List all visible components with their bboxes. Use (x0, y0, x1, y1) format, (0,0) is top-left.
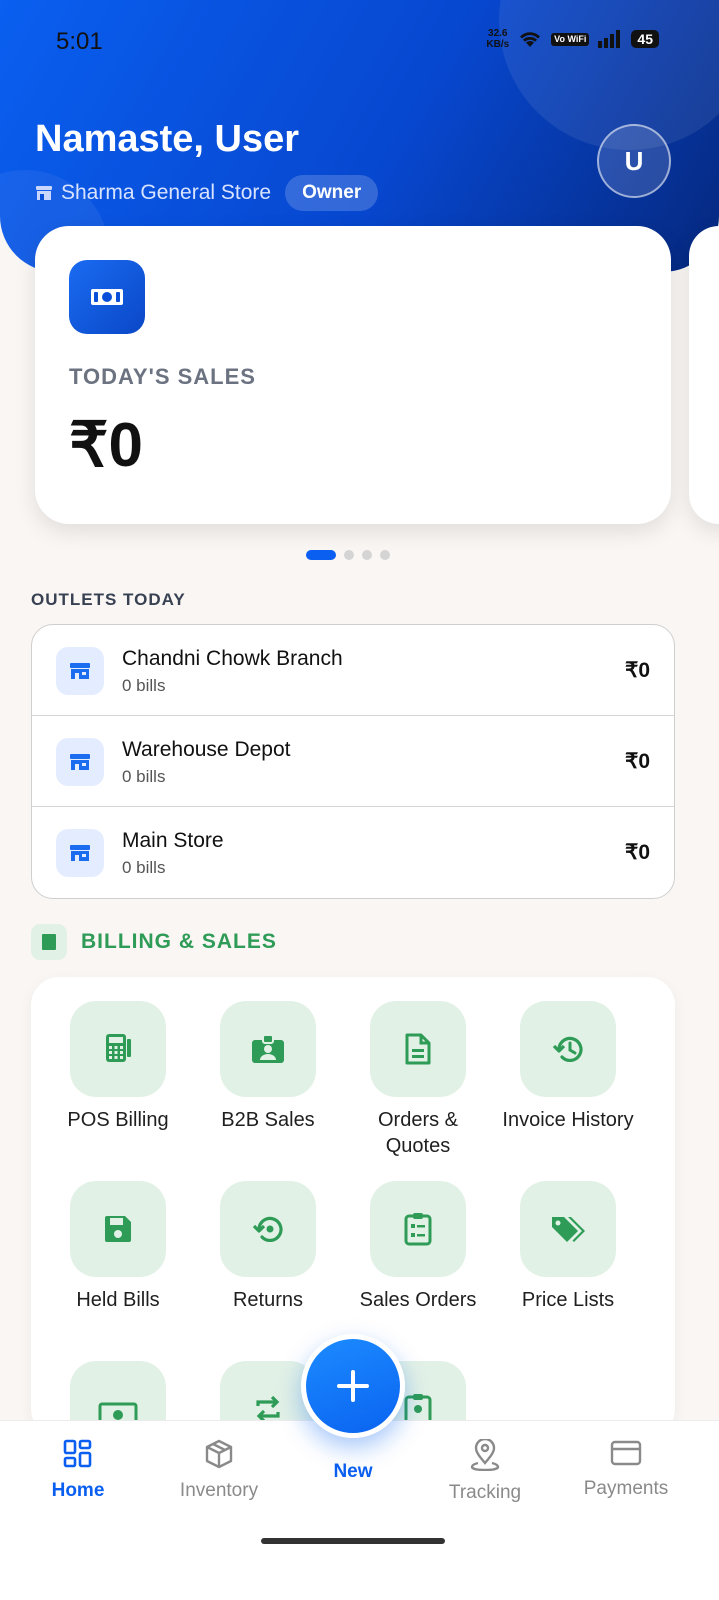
grid-item-pos-billing[interactable]: POS Billing (43, 1001, 193, 1133)
box-icon (205, 1439, 233, 1469)
outlet-name: Chandni Chowk Branch (122, 647, 343, 670)
next-stat-card[interactable] (689, 226, 719, 524)
receipt-icon (31, 924, 67, 960)
outlets-list: Chandni Chowk Branch 0 bills ₹0 Warehous… (31, 624, 675, 899)
vowifi-badge: Vo WiFi (551, 32, 590, 46)
status-icons: 32.6 KB/s Vo WiFi 45 (486, 28, 659, 50)
pagination-dot[interactable] (362, 550, 372, 560)
outlets-section-title: OUTLETS TODAY (31, 590, 186, 609)
return-icon (220, 1181, 316, 1277)
nav-payments[interactable]: Payments (566, 1439, 686, 1500)
carousel-pagination (306, 550, 390, 560)
todays-sales-card[interactable]: TODAY'S SALES ₹0 (35, 226, 671, 524)
nav-payments-label: Payments (583, 1478, 669, 1499)
wifi-icon (520, 32, 541, 47)
store-selector[interactable]: Sharma General Store Owner (35, 175, 379, 211)
nav-home-label: Home (51, 1480, 105, 1501)
outlet-amount: ₹0 (624, 659, 650, 682)
location-pin-icon (470, 1437, 500, 1472)
clipboard-list-icon (370, 1181, 466, 1277)
signal-icon (598, 30, 621, 48)
grid-item-sales-orders[interactable]: Sales Orders (343, 1181, 493, 1313)
outlet-amount: ₹0 (624, 750, 650, 773)
outlet-row[interactable]: Chandni Chowk Branch 0 bills ₹0 (32, 625, 674, 716)
pagination-dot-active[interactable] (306, 550, 336, 560)
grid-item-label: Returns (232, 1289, 304, 1311)
nav-inventory[interactable]: Inventory (159, 1439, 279, 1502)
nav-home[interactable]: Home (18, 1439, 138, 1502)
store-icon (56, 829, 104, 877)
credit-card-icon (610, 1440, 642, 1466)
nav-inventory-label: Inventory (179, 1480, 259, 1501)
grid-item-returns[interactable]: Returns (193, 1181, 343, 1313)
pos-terminal-icon (70, 1001, 166, 1097)
outlet-row[interactable]: Main Store 0 bills ₹0 (32, 807, 674, 898)
role-badge: Owner (285, 175, 379, 211)
todays-sales-value: ₹0 (69, 411, 143, 480)
home-indicator[interactable] (261, 1538, 445, 1544)
outlet-amount: ₹0 (624, 841, 650, 864)
nav-tracking[interactable]: Tracking (425, 1437, 545, 1504)
todays-sales-label: TODAY'S SALES (69, 364, 256, 389)
outlet-row[interactable]: Warehouse Depot 0 bills ₹0 (32, 716, 674, 807)
grid-item-label: B2B Sales (221, 1109, 315, 1131)
history-icon (520, 1001, 616, 1097)
avatar[interactable]: U (597, 124, 671, 198)
store-name: Sharma General Store (61, 181, 272, 204)
status-bar: 5:01 32.6 KB/s Vo WiFi 45 (0, 0, 719, 84)
plus-icon (337, 1370, 369, 1402)
store-icon (56, 738, 104, 786)
nav-tracking-label: Tracking (448, 1482, 522, 1503)
outlet-name: Main Store (122, 829, 224, 852)
grid-item-orders-quotes[interactable]: Orders & Quotes (343, 1001, 493, 1159)
new-fab-button[interactable] (301, 1334, 405, 1438)
pagination-dot[interactable] (380, 550, 390, 560)
outlet-bills: 0 bills (122, 767, 166, 786)
tags-icon (520, 1181, 616, 1277)
status-time: 5:01 (56, 28, 103, 55)
grid-item-label: Invoice History (502, 1109, 634, 1131)
outlet-bills: 0 bills (122, 858, 166, 877)
grid-item-label: POS Billing (67, 1109, 169, 1131)
id-badge-icon (220, 1001, 316, 1097)
grid-item-b2b-sales[interactable]: B2B Sales (193, 1001, 343, 1133)
grid-item-label: Sales Orders (359, 1289, 477, 1311)
grid-item-held-bills[interactable]: Held Bills (43, 1181, 193, 1313)
outlet-name: Warehouse Depot (122, 738, 291, 761)
grid-icon (63, 1439, 92, 1468)
cash-icon (69, 260, 145, 334)
battery-icon: 45 (631, 30, 659, 48)
greeting-title: Namaste, User (35, 118, 300, 160)
network-speed-unit: KB/s (486, 39, 510, 50)
outlet-bills: 0 bills (122, 676, 166, 695)
network-speed-value: 32.6 (488, 28, 508, 39)
billing-section-title: BILLING & SALES (81, 930, 277, 953)
save-icon (70, 1181, 166, 1277)
bottom-navigation: Home Inventory New Tracking Payments (0, 1420, 719, 1600)
grid-item-price-lists[interactable]: Price Lists (493, 1181, 643, 1313)
store-icon (56, 647, 104, 695)
store-icon (36, 186, 52, 200)
grid-item-invoice-history[interactable]: Invoice History (493, 1001, 643, 1133)
grid-item-label: Orders & Quotes (377, 1109, 459, 1157)
grid-item-label: Price Lists (521, 1289, 615, 1311)
billing-section-header: BILLING & SALES (31, 924, 277, 960)
pagination-dot[interactable] (344, 550, 354, 560)
network-speed: 32.6 KB/s (486, 28, 509, 50)
nav-new-label[interactable]: New (293, 1461, 413, 1483)
document-icon (370, 1001, 466, 1097)
grid-item-label: Held Bills (76, 1289, 160, 1311)
